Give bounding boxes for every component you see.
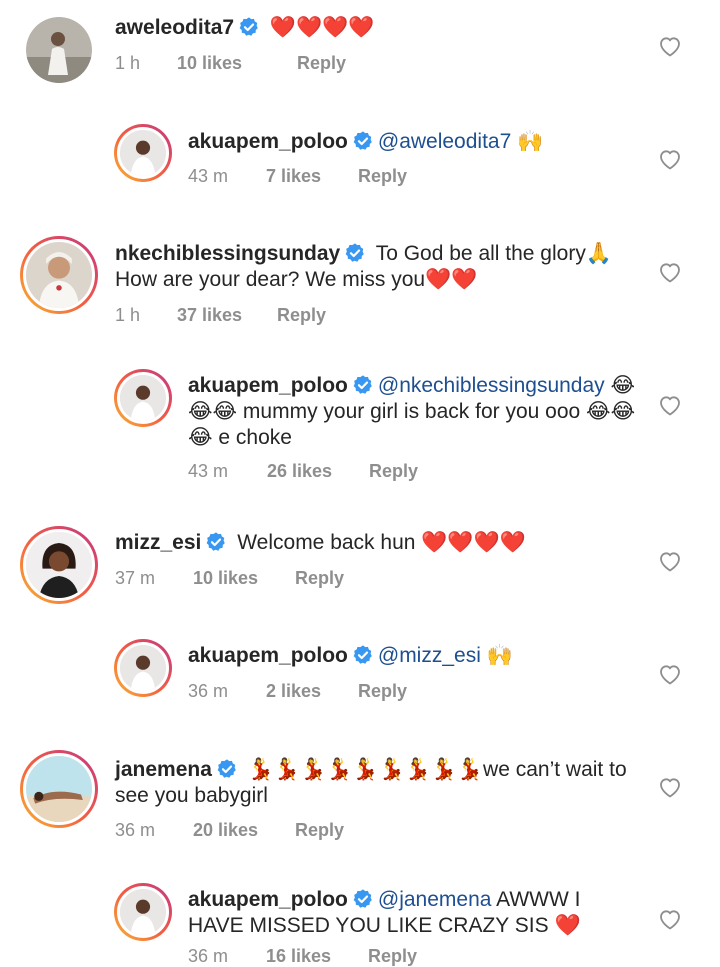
comment-meta: 1 h 37 likes Reply: [115, 305, 326, 326]
like-heart-icon[interactable]: [658, 776, 682, 798]
avatar-photo: [120, 645, 166, 691]
like-heart-icon[interactable]: [658, 148, 682, 170]
avatar-photo: [26, 17, 92, 83]
comment-meta: 36 m 2 likes Reply: [188, 681, 407, 702]
avatar-photo: [120, 889, 166, 935]
comment-username[interactable]: akuapem_poloo: [188, 888, 348, 911]
like-heart-icon[interactable]: [658, 261, 682, 283]
avatar[interactable]: [26, 17, 92, 83]
comment-meta: 43 m 7 likes Reply: [188, 166, 407, 187]
like-heart-icon[interactable]: [658, 394, 682, 416]
verified-badge-icon: [238, 16, 260, 38]
comment-likes[interactable]: 16 likes: [266, 946, 368, 967]
comment-time: 36 m: [188, 946, 229, 966]
comment-time: 36 m: [115, 820, 156, 840]
like-heart-icon[interactable]: [658, 663, 682, 685]
avatar[interactable]: [114, 639, 172, 697]
reply-button[interactable]: Reply: [369, 461, 418, 482]
avatar[interactable]: [20, 526, 98, 604]
comment-meta: 43 m 26 likes Reply: [188, 461, 418, 482]
comment-text: aweleodita7 ❤️❤️❤️❤️: [115, 15, 635, 41]
comment-body: 🙌: [480, 644, 513, 667]
comment-username[interactable]: aweleodita7: [115, 16, 234, 39]
comment-text: akuapem_poloo @aweleodita7 🙌: [188, 129, 638, 155]
comment-text: janemena 💃💃💃💃💃💃💃💃💃we can’t wait to see y…: [115, 757, 635, 809]
comment-username[interactable]: akuapem_poloo: [188, 130, 348, 153]
avatar-photo: [120, 375, 166, 421]
mention-link[interactable]: @janemena: [378, 888, 492, 911]
comment-meta: 36 m 20 likes Reply: [115, 820, 344, 841]
verified-badge-icon: [352, 374, 374, 396]
comment-body: Welcome back hun ❤️❤️❤️❤️: [231, 531, 526, 554]
verified-badge-icon: [205, 531, 227, 553]
comment-time: 43 m: [188, 166, 229, 186]
comment-likes[interactable]: 26 likes: [267, 461, 369, 482]
mention-link[interactable]: @nkechiblessingsunday: [378, 374, 605, 397]
comment-username[interactable]: akuapem_poloo: [188, 374, 348, 397]
avatar-photo: [26, 242, 92, 308]
reply-button[interactable]: Reply: [297, 53, 346, 74]
verified-badge-icon: [352, 644, 374, 666]
comment-likes[interactable]: 2 likes: [266, 681, 358, 702]
comment-likes[interactable]: 37 likes: [177, 305, 277, 326]
avatar[interactable]: [20, 750, 98, 828]
comment-likes[interactable]: 10 likes: [193, 568, 295, 589]
reply-button[interactable]: Reply: [358, 681, 407, 702]
comment-time: 43 m: [188, 461, 229, 481]
avatar[interactable]: [20, 236, 98, 314]
comment-text: akuapem_poloo @mizz_esi 🙌: [188, 643, 638, 669]
comment-meta: 37 m 10 likes Reply: [115, 568, 344, 589]
avatar-photo: [26, 756, 92, 822]
comment-text: akuapem_poloo @nkechiblessingsunday 😂😂😂 m…: [188, 373, 643, 451]
reply-button[interactable]: Reply: [368, 946, 417, 967]
comment-time: 37 m: [115, 568, 156, 588]
avatar[interactable]: [114, 883, 172, 941]
like-heart-icon[interactable]: [658, 35, 682, 57]
reply-button[interactable]: Reply: [295, 568, 344, 589]
comment-username[interactable]: akuapem_poloo: [188, 644, 348, 667]
comment-username[interactable]: janemena: [115, 758, 212, 781]
comment-username[interactable]: nkechiblessingsunday: [115, 242, 340, 265]
comment-text: akuapem_poloo @janemena AWWW I HAVE MISSE…: [188, 887, 618, 939]
mention-link[interactable]: @mizz_esi: [378, 644, 481, 667]
reply-button[interactable]: Reply: [358, 166, 407, 187]
verified-badge-icon: [352, 888, 374, 910]
comment-body: ❤️❤️❤️❤️: [264, 16, 375, 39]
like-heart-icon[interactable]: [658, 908, 682, 930]
verified-badge-icon: [344, 242, 366, 264]
verified-badge-icon: [216, 758, 238, 780]
comment-meta: 36 m 16 likes Reply: [188, 946, 417, 967]
comment-likes[interactable]: 20 likes: [193, 820, 295, 841]
comment-username[interactable]: mizz_esi: [115, 531, 201, 554]
avatar[interactable]: [114, 124, 172, 182]
comment-text: nkechiblessingsunday To God be all the g…: [115, 241, 635, 293]
comment-time: 1 h: [115, 305, 141, 325]
reply-button[interactable]: Reply: [277, 305, 326, 326]
comment-time: 1 h: [115, 53, 141, 73]
avatar-photo: [26, 532, 92, 598]
comment-likes[interactable]: 7 likes: [266, 166, 358, 187]
avatar[interactable]: [114, 369, 172, 427]
avatar-photo: [120, 130, 166, 176]
like-heart-icon[interactable]: [658, 550, 682, 572]
comment-body: 🙌: [511, 130, 544, 153]
comment-meta: 1 h 10 likes Reply: [115, 53, 346, 74]
verified-badge-icon: [352, 130, 374, 152]
comment-likes[interactable]: 10 likes: [177, 53, 297, 74]
comment-text: mizz_esi Welcome back hun ❤️❤️❤️❤️: [115, 530, 635, 556]
comment-time: 36 m: [188, 681, 229, 701]
reply-button[interactable]: Reply: [295, 820, 344, 841]
mention-link[interactable]: @aweleodita7: [378, 130, 511, 153]
